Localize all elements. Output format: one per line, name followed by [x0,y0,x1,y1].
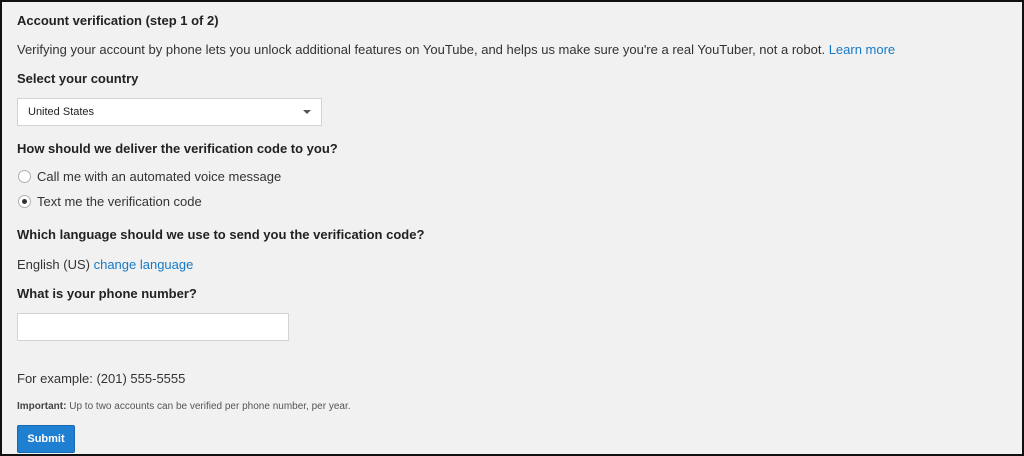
change-language-link[interactable]: change language [94,257,194,272]
important-text: Up to two accounts can be verified per p… [69,401,351,412]
intro-paragraph: Verifying your account by phone lets you… [17,42,895,57]
language-label: Which language should we use to send you… [17,227,425,242]
radio-text-message[interactable] [18,195,31,208]
phone-example: For example: (201) 555-5555 [17,371,186,386]
page-title: Account verification (step 1 of 2) [17,13,219,28]
intro-text: Verifying your account by phone lets you… [17,42,826,57]
country-label: Select your country [17,71,139,86]
radio-voice-call[interactable] [18,170,31,183]
radio-voice-call-label[interactable]: Call me with an automated voice message [37,169,281,184]
important-note: Important: Up to two accounts can be ver… [17,401,351,412]
language-value: English (US) [17,257,90,272]
learn-more-link[interactable]: Learn more [829,42,895,57]
country-select[interactable]: United States [17,98,322,126]
country-select-value: United States [28,106,95,118]
submit-button[interactable]: Submit [17,425,75,453]
chevron-down-icon [303,110,311,114]
verification-form: Account verification (step 1 of 2) Verif… [0,0,1024,456]
phone-label: What is your phone number? [17,286,197,301]
important-label: Important: [17,401,67,412]
phone-number-input[interactable] [17,313,289,341]
radio-text-message-label[interactable]: Text me the verification code [37,194,202,209]
delivery-label: How should we deliver the verification c… [17,141,338,156]
language-row: English (US) change language [17,257,193,272]
